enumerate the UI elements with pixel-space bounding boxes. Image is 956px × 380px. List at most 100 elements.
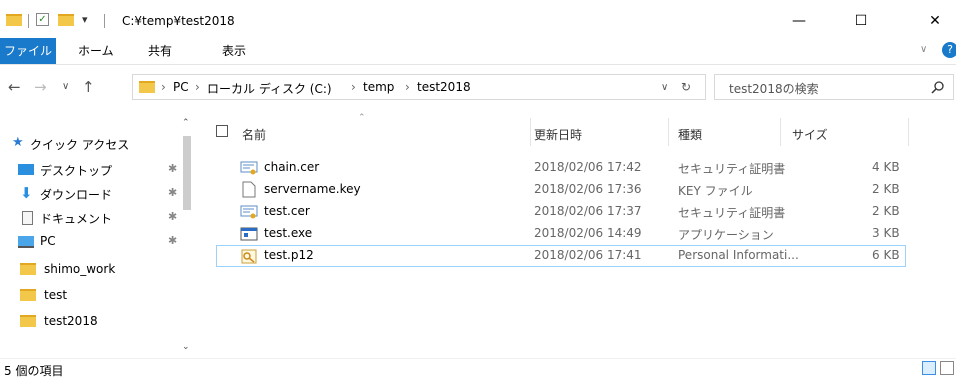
properties-check-icon[interactable]: ✓ [36, 13, 49, 26]
customize-toolbar-icon[interactable]: ▾ [82, 13, 88, 26]
title-bar: ✓ ▾ C:¥temp¥test2018 — ☐ ✕ [0, 6, 956, 36]
help-icon[interactable]: ? [942, 42, 956, 58]
file-size: 3 KB [872, 226, 900, 240]
nav-item-test[interactable]: test [0, 284, 180, 308]
refresh-icon[interactable]: ↻ [681, 80, 691, 94]
file-name: test.exe [264, 226, 313, 240]
pfx-icon [241, 249, 257, 264]
search-box[interactable]: test2018の検索 [714, 74, 954, 100]
tab-home[interactable]: ホーム [78, 38, 114, 64]
tab-view[interactable]: 表示 [222, 38, 246, 64]
file-name: test.p12 [264, 248, 314, 262]
nav-item-test2018[interactable]: test2018 [0, 310, 180, 334]
column-name[interactable]: 名前 [242, 126, 266, 143]
nav-item-desktop[interactable]: デスクトップ ✱ [0, 158, 180, 182]
address-bar[interactable]: › PC › ローカル ディスク (C:) › temp › test2018 … [132, 74, 706, 100]
file-name: chain.cer [264, 160, 320, 174]
column-headers: 名前 ⌃ 更新日時 種類 サイズ [216, 113, 916, 148]
ribbon-tabs: ファイル ホーム 共有 表示 ∨ ? [0, 38, 956, 65]
up-arrow-icon[interactable]: ↑ [82, 78, 95, 96]
search-placeholder: test2018の検索 [729, 82, 819, 96]
file-row[interactable]: chain.cer 2018/02/06 17:42 セキュリティ証明書 4 K… [216, 157, 906, 179]
nav-label: PC [40, 234, 56, 248]
separator [104, 14, 105, 28]
desktop-icon [18, 164, 34, 175]
details-view-icon[interactable] [922, 361, 936, 375]
scroll-up-icon[interactable]: ⌃ [182, 118, 190, 128]
pin-icon: ✱ [168, 186, 178, 199]
file-size: 2 KB [872, 204, 900, 218]
file-date: 2018/02/06 17:36 [534, 182, 642, 196]
crumb-local-disk[interactable]: ローカル ディスク (C:) [207, 80, 332, 97]
close-button[interactable]: ✕ [912, 6, 956, 36]
file-name: test.cer [264, 204, 310, 218]
file-row[interactable]: test.exe 2018/02/06 14:49 アプリケーション 3 KB [216, 223, 906, 245]
tab-file[interactable]: ファイル [0, 38, 56, 64]
nav-label: test2018 [44, 314, 98, 328]
file-size: 6 KB [872, 248, 900, 262]
back-arrow-icon[interactable]: ← [8, 78, 21, 96]
crumb-temp[interactable]: temp [363, 80, 394, 94]
status-bar: 5 個の項目 [0, 358, 956, 380]
file-row[interactable]: test.cer 2018/02/06 17:37 セキュリティ証明書 2 KB [216, 201, 906, 223]
file-row-selected[interactable]: test.p12 2018/02/06 17:41 Personal Infor… [216, 245, 906, 267]
folder-icon [20, 315, 36, 327]
file-date: 2018/02/06 14:49 [534, 226, 642, 240]
navigation-pane: ★ クイック アクセス デスクトップ ✱ ⬇ ダウンロード ✱ ドキュメント ✱… [0, 116, 194, 356]
maximize-button[interactable]: ☐ [838, 6, 884, 36]
column-divider[interactable] [668, 118, 669, 146]
column-date[interactable]: 更新日時 [534, 126, 582, 143]
pc-icon [18, 236, 34, 248]
scroll-down-icon[interactable]: ⌄ [182, 342, 190, 352]
file-size: 4 KB [872, 160, 900, 174]
folder-icon [20, 289, 36, 301]
item-count: 5 個の項目 [4, 364, 64, 378]
new-folder-icon[interactable] [58, 14, 74, 26]
forward-arrow-icon[interactable]: → [34, 78, 47, 96]
tab-share[interactable]: 共有 [148, 38, 172, 64]
crumb-test2018[interactable]: test2018 [417, 80, 471, 94]
file-row[interactable]: servername.key 2018/02/06 17:36 KEY ファイル… [216, 179, 906, 201]
folder-icon [20, 263, 36, 275]
nav-item-pc[interactable]: PC ✱ [0, 230, 180, 254]
nav-item-documents[interactable]: ドキュメント ✱ [0, 206, 180, 230]
nav-item-shimo-work[interactable]: shimo_work [0, 258, 180, 282]
chevron-right-icon: › [351, 80, 356, 94]
folder-icon [6, 14, 22, 26]
column-divider[interactable] [780, 118, 781, 146]
nav-scrollbar[interactable]: ⌃ ⌄ [180, 116, 194, 358]
recent-locations-icon[interactable]: ∨ [62, 81, 69, 92]
nav-label: ダウンロード [40, 188, 113, 202]
nav-label: ドキュメント [40, 212, 113, 226]
download-icon: ⬇ [20, 184, 33, 202]
ribbon-expand-icon[interactable]: ∨ [920, 44, 927, 55]
crumb-pc[interactable]: PC [173, 80, 189, 94]
file-icon [242, 181, 256, 198]
certificate-icon [240, 161, 258, 175]
window-title: C:¥temp¥test2018 [122, 14, 235, 28]
select-all-checkbox[interactable] [216, 125, 228, 137]
documents-icon [22, 211, 33, 225]
star-icon: ★ [12, 135, 24, 150]
chevron-right-icon: › [195, 80, 200, 94]
nav-label: test [44, 288, 68, 302]
nav-item-downloads[interactable]: ⬇ ダウンロード ✱ [0, 182, 180, 206]
file-type: セキュリティ証明書 [678, 162, 786, 176]
column-size[interactable]: サイズ [792, 126, 828, 143]
large-icons-view-icon[interactable] [940, 361, 954, 375]
address-dropdown-icon[interactable]: ∨ [661, 82, 668, 93]
search-icon[interactable] [931, 80, 945, 94]
file-date: 2018/02/06 17:41 [534, 248, 642, 262]
column-divider[interactable] [908, 118, 909, 146]
pin-icon: ✱ [168, 162, 178, 175]
file-date: 2018/02/06 17:37 [534, 204, 642, 218]
chevron-right-icon: › [405, 80, 410, 94]
column-divider[interactable] [530, 118, 531, 146]
column-type[interactable]: 種類 [678, 126, 702, 143]
file-name: servername.key [264, 182, 361, 196]
minimize-button[interactable]: — [776, 6, 822, 36]
scrollbar-thumb[interactable] [183, 136, 191, 210]
nav-quick-access[interactable]: ★ クイック アクセス [0, 132, 180, 156]
file-type: Personal Informati... [678, 248, 799, 262]
file-type: KEY ファイル [678, 184, 753, 198]
